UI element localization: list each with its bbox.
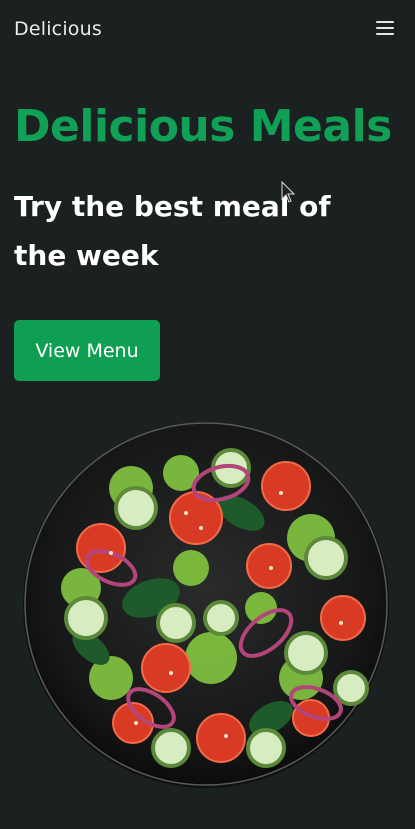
brand-logo-text[interactable]: Delicious (14, 18, 102, 40)
hamburger-menu-icon[interactable] (376, 20, 396, 36)
top-navbar: Delicious (0, 0, 415, 60)
hero-title: Delicious Meals (14, 101, 392, 152)
salad-bowl-image (23, 422, 389, 788)
view-menu-button[interactable]: View Menu (14, 320, 160, 381)
mouse-pointer-icon (281, 181, 295, 203)
